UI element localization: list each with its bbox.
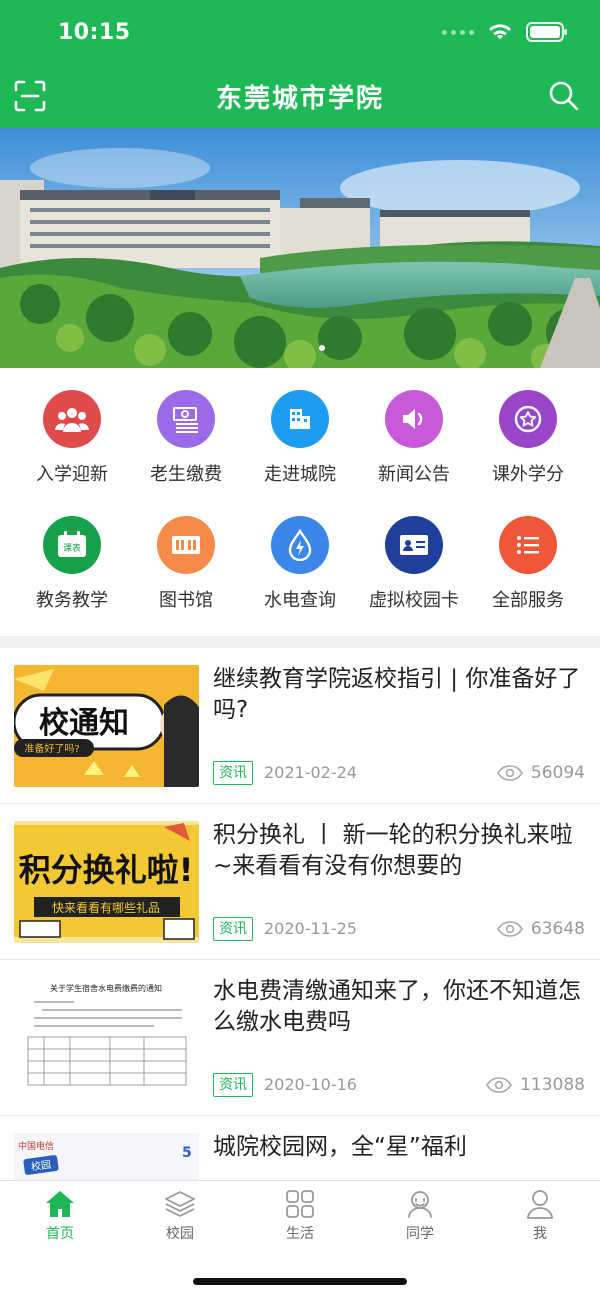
- service-campus-card[interactable]: 虚拟校园卡: [354, 494, 474, 614]
- tab-label: 我: [533, 1226, 547, 1242]
- tab-label: 校园: [166, 1226, 194, 1242]
- service-label: 课外学分: [492, 464, 564, 485]
- tab-me[interactable]: 我: [480, 1189, 600, 1249]
- view-count-value: 63648: [530, 919, 585, 939]
- service-label: 水电查询: [264, 590, 336, 611]
- news-thumbnail: 积分换礼啦! 快来看看有哪些礼品: [14, 821, 199, 943]
- view-count: 63648: [496, 917, 585, 941]
- people-icon: [43, 390, 101, 448]
- news-meta: 资讯 2020-11-25 63648: [213, 917, 585, 941]
- friends-icon: [408, 1191, 432, 1218]
- service-label: 走进城院: [264, 464, 336, 485]
- tab-classmates[interactable]: 同学: [360, 1189, 480, 1249]
- service-label: 虚拟校园卡: [369, 590, 459, 611]
- speaker-icon: [385, 390, 443, 448]
- grid-icon: [286, 1190, 314, 1218]
- service-extracurricular[interactable]: 课外学分: [468, 368, 588, 488]
- tab-label: 首页: [46, 1226, 74, 1242]
- thumb-headline: 校通知: [39, 706, 129, 741]
- category-tag: 资讯: [213, 761, 253, 785]
- news-date: 2020-11-25: [264, 919, 357, 938]
- service-label: 教务教学: [36, 590, 108, 611]
- thumb-headline: 积分换礼啦!: [19, 851, 194, 889]
- service-news[interactable]: 新闻公告: [354, 368, 474, 488]
- news-title: 继续教育学院返校指引 | 你准备好了吗?: [213, 666, 581, 723]
- tab-home[interactable]: 首页: [0, 1189, 120, 1249]
- tab-life[interactable]: 生活: [240, 1189, 360, 1249]
- user-icon: [527, 1190, 553, 1219]
- thumb-headline: 关于学生宿舍水电费缴费的通知: [50, 983, 162, 993]
- news-title: 积分换礼 丨 新一轮的积分换礼来啦~来看看有没有你想要的: [213, 822, 573, 879]
- news-item[interactable]: 校通知 准备好了吗? 继续教育学院返校指引 | 你准备好了吗? 资讯 2021-…: [0, 648, 600, 804]
- wifi-icon: [489, 24, 511, 40]
- view-count: 113088: [486, 1073, 585, 1097]
- cellular-signal-icon: [442, 29, 474, 35]
- news-item[interactable]: 积分换礼啦! 快来看看有哪些礼品 积分换礼 丨 新一轮的积分换礼来啦~来看看有没…: [0, 804, 600, 960]
- service-fee-payment[interactable]: 老生缴费: [126, 368, 246, 488]
- view-count-value: 56094: [530, 763, 585, 783]
- thumb-brand: 中国电信: [18, 1140, 54, 1152]
- campus-banner[interactable]: [0, 128, 600, 368]
- id-card-icon: [385, 516, 443, 574]
- service-all[interactable]: 全部服务: [468, 494, 588, 614]
- tab-label: 生活: [286, 1226, 314, 1242]
- building-icon: [271, 390, 329, 448]
- svg-text:5: 5: [182, 1145, 192, 1161]
- service-label: 入学迎新: [36, 464, 108, 485]
- search-icon[interactable]: [548, 80, 580, 112]
- news-meta: 资讯 2021-02-24 56094: [213, 761, 585, 785]
- service-label: 新闻公告: [378, 464, 450, 485]
- news-meta: 资讯 2020-10-16 113088: [213, 1073, 585, 1097]
- app-screen: 10:15 东莞城市学院 入学迎新 老生缴费 走进城院 新闻公告 课外学分 课表…: [0, 0, 600, 1298]
- star-badge-icon: [499, 390, 557, 448]
- tab-campus[interactable]: 校园: [120, 1189, 240, 1249]
- page-title: 东莞城市学院: [215, 84, 384, 114]
- calendar-icon-text: 课表: [63, 542, 81, 554]
- water-bolt-icon: [271, 516, 329, 574]
- news-item[interactable]: 关于学生宿舍水电费缴费的通知 水电费清缴通知来了，你还不知道怎么缴水电费吗 资讯…: [0, 960, 600, 1116]
- home-icon: [46, 1191, 74, 1217]
- status-icons: [442, 22, 567, 42]
- service-enrollment[interactable]: 入学迎新: [12, 368, 132, 488]
- service-academic[interactable]: 课表 教务教学: [12, 494, 132, 614]
- eye-icon: [496, 921, 523, 937]
- status-time: 10:15: [58, 20, 131, 45]
- thumb-subline: 快来看看有哪些礼品: [52, 900, 160, 915]
- news-title: 城院校园网，全“星”福利: [213, 1134, 467, 1160]
- news-date: 2020-10-16: [264, 1075, 357, 1094]
- news-date: 2021-02-24: [264, 763, 357, 782]
- money-stack-icon: [157, 390, 215, 448]
- eye-icon: [496, 765, 523, 781]
- view-count: 56094: [496, 761, 585, 785]
- header-bar: 10:15 东莞城市学院: [0, 0, 600, 128]
- service-utilities[interactable]: 水电查询: [240, 494, 360, 614]
- layers-icon: [165, 1191, 195, 1217]
- view-count-value: 113088: [520, 1075, 585, 1095]
- list-icon: [499, 516, 557, 574]
- news-thumbnail: 校通知 准备好了吗?: [14, 665, 199, 787]
- section-divider: [0, 636, 600, 648]
- eye-icon: [486, 1077, 513, 1093]
- service-label: 图书馆: [159, 590, 213, 611]
- service-about-college[interactable]: 走进城院: [240, 368, 360, 488]
- category-tag: 资讯: [213, 917, 253, 941]
- service-library[interactable]: 图书馆: [126, 494, 246, 614]
- service-label: 全部服务: [492, 590, 564, 611]
- news-title: 水电费清缴通知来了，你还不知道怎么缴水电费吗: [213, 978, 581, 1035]
- services-grid: 入学迎新 老生缴费 走进城院 新闻公告 课外学分 课表 教务教学 图书馆 水电查…: [0, 368, 600, 636]
- campus-photo: [0, 128, 600, 368]
- tab-label: 同学: [406, 1226, 434, 1242]
- category-tag: 资讯: [213, 1073, 253, 1097]
- battery-icon: [526, 22, 567, 42]
- news-thumbnail: 关于学生宿舍水电费缴费的通知: [14, 977, 199, 1099]
- thumb-subline: 准备好了吗?: [24, 742, 79, 755]
- library-icon: [157, 516, 215, 574]
- home-indicator: [193, 1278, 407, 1285]
- service-label: 老生缴费: [150, 464, 222, 485]
- calendar-icon: 课表: [43, 516, 101, 574]
